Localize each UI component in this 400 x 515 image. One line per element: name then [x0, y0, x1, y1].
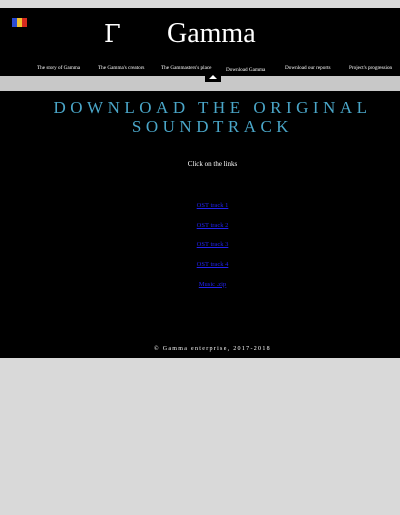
page-title-line1: DOWNLOAD THE ORIGINAL — [53, 98, 372, 117]
page-title: DOWNLOAD THE ORIGINAL SOUNDTRACK — [0, 98, 400, 136]
nav-item-creators[interactable]: The Gamma's creators — [98, 64, 144, 72]
site-title[interactable]: Gamma — [167, 20, 256, 48]
nav-item-download-gamma[interactable]: Download Gamma — [226, 66, 265, 74]
top-strip — [0, 0, 400, 8]
nav-item-project-progression[interactable]: Project's progression — [349, 64, 392, 72]
nav-item-download-reports[interactable]: Download our reports — [285, 64, 331, 72]
main-nav: The story of Gamma The Gamma's creators … — [0, 64, 400, 76]
site-header: Γ Gamma The story of Gamma The Gamma's c… — [0, 8, 400, 76]
link-ost-track-4[interactable]: OST track 4 — [0, 261, 400, 281]
instructions-text: Click on the links — [187, 160, 238, 168]
flag-stripe-red — [22, 18, 27, 27]
active-tab-marker — [205, 72, 221, 82]
nav-item-story[interactable]: The story of Gamma — [37, 64, 80, 72]
copyright-footer: © Gamma enterprise, 2017-2018 — [154, 346, 271, 352]
language-flag-icon[interactable] — [12, 18, 27, 27]
page-title-line2: SOUNDTRACK — [131, 117, 294, 136]
main-content: DOWNLOAD THE ORIGINAL SOUNDTRACK Click o… — [0, 91, 400, 358]
link-music-zip[interactable]: Music .zip — [0, 281, 400, 301]
up-arrow-icon — [209, 75, 217, 79]
link-ost-track-2[interactable]: OST track 2 — [0, 222, 400, 242]
nav-indicator-bar — [4, 76, 400, 91]
link-ost-track-1[interactable]: OST track 1 — [0, 202, 400, 222]
link-ost-track-3[interactable]: OST track 3 — [0, 241, 400, 261]
download-links-list: OST track 1 OST track 2 OST track 3 OST … — [0, 202, 400, 300]
gamma-logo-icon[interactable]: Γ — [104, 22, 121, 46]
nav-item-gammasters-place[interactable]: The Gammasters's place — [161, 64, 212, 72]
